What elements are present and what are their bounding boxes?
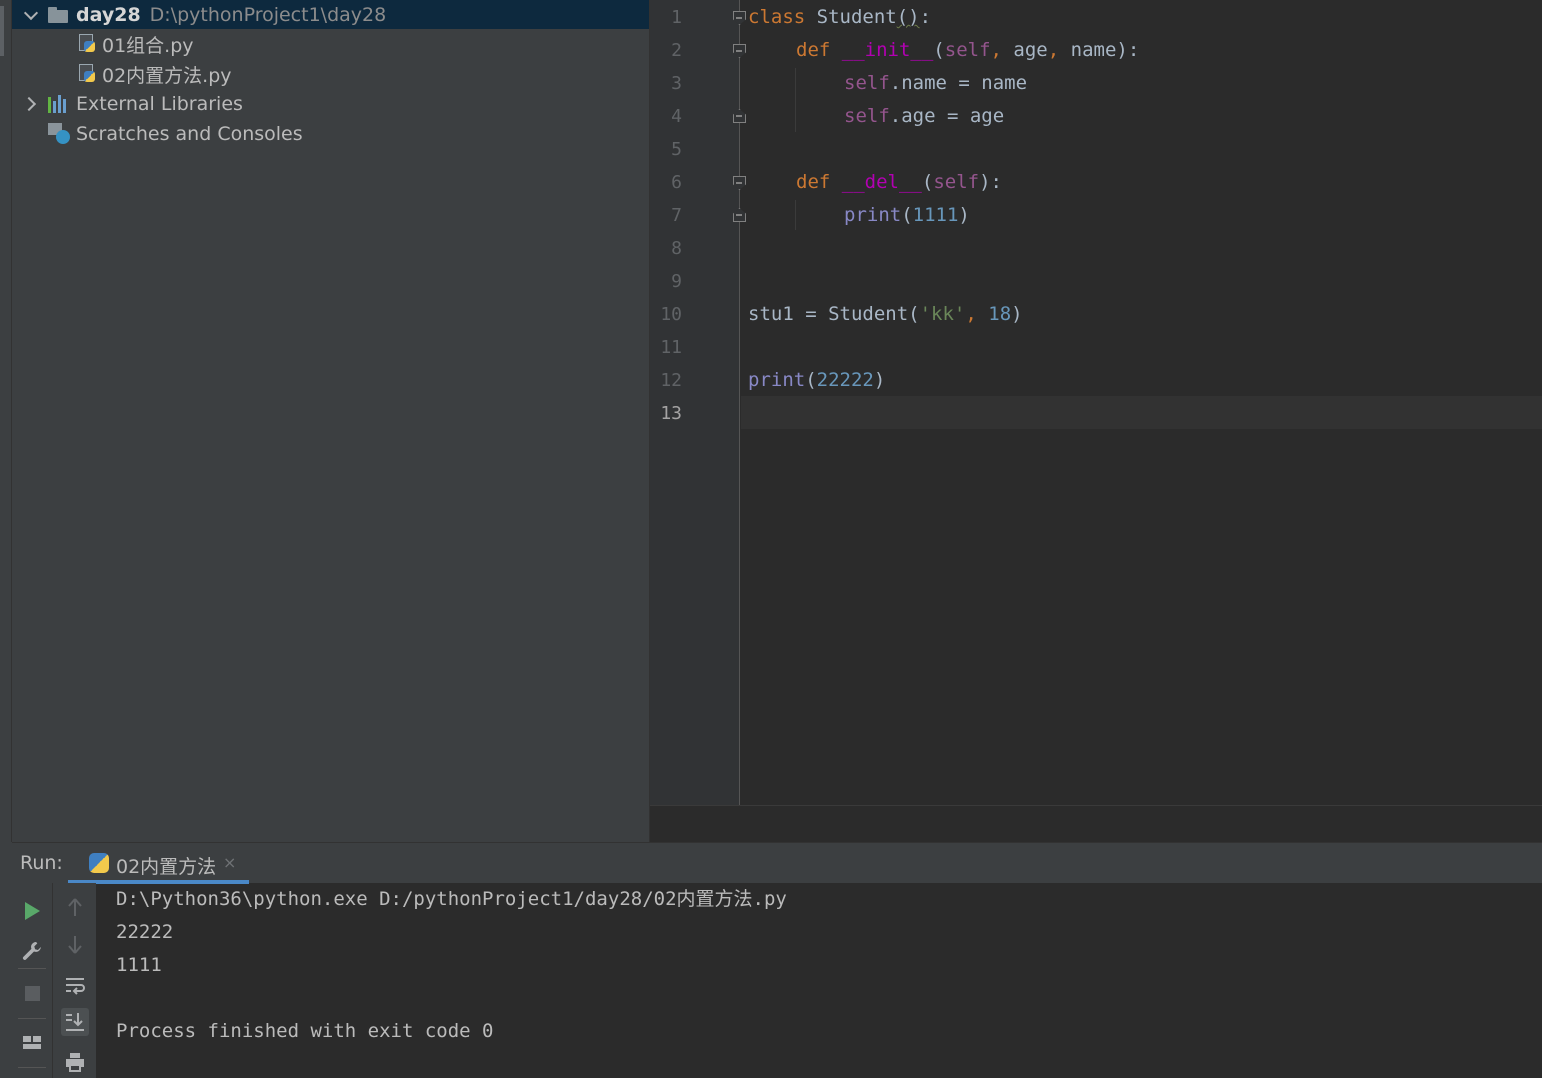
scroll-to-end-button[interactable] bbox=[61, 1008, 89, 1036]
run-tab[interactable]: 02内置方法 × bbox=[68, 843, 249, 884]
folder-path: D:\pythonProject1\day28 bbox=[149, 3, 387, 26]
tree-item-file[interactable]: 01组合.py bbox=[12, 29, 649, 59]
run-header: Run: 02内置方法 × bbox=[12, 842, 1542, 884]
line-number: 1 bbox=[671, 7, 682, 28]
toolbar-separator bbox=[18, 968, 46, 969]
line-number: 4 bbox=[671, 106, 682, 127]
code-line-1[interactable]: class Student(): bbox=[748, 1, 931, 34]
console-line: 1111 bbox=[116, 954, 162, 976]
soft-wrap-button[interactable] bbox=[61, 971, 89, 999]
run-tool-window: Run: 02内置方法 × D:\Python36\python.exe D:/… bbox=[12, 842, 1542, 1078]
run-toolbar-primary bbox=[12, 883, 52, 1078]
scroll-down-button[interactable] bbox=[61, 931, 89, 959]
fold-open-icon[interactable] bbox=[733, 176, 746, 190]
code-line-7[interactable]: print(1111) bbox=[748, 199, 970, 232]
tree-item-scratches[interactable]: Scratches and Consoles bbox=[12, 119, 649, 149]
layout-button[interactable] bbox=[18, 1028, 46, 1056]
line-number: 12 bbox=[660, 370, 682, 391]
folder-icon bbox=[48, 6, 68, 23]
code-line-12[interactable]: print(22222) bbox=[748, 364, 885, 397]
stop-icon bbox=[24, 985, 40, 1001]
soft-wrap-icon bbox=[66, 978, 85, 995]
external-libraries-label: External Libraries bbox=[76, 93, 243, 115]
code-editor[interactable]: 1 2 3 4 5 6 7 8 9 10 11 12 13 class Stud… bbox=[649, 0, 1542, 842]
scratches-label: Scratches and Consoles bbox=[76, 123, 303, 145]
scratches-icon bbox=[48, 123, 70, 145]
fold-close-icon[interactable] bbox=[733, 208, 746, 222]
python-file-icon bbox=[78, 34, 96, 54]
line-number: 2 bbox=[671, 40, 682, 61]
arrow-down-icon bbox=[68, 936, 82, 954]
line-number: 10 bbox=[660, 304, 682, 325]
arrow-up-icon bbox=[68, 898, 82, 916]
close-icon[interactable]: × bbox=[223, 853, 236, 872]
line-number: 7 bbox=[671, 205, 682, 226]
folder-name: day28 bbox=[76, 3, 141, 26]
chevron-right-icon[interactable] bbox=[22, 95, 40, 113]
run-tab-label: 02内置方法 bbox=[116, 856, 217, 878]
code-line-10[interactable]: stu1 = Student('kk', 18) bbox=[748, 298, 1023, 331]
layout-icon bbox=[23, 1036, 41, 1049]
run-toolbar-secondary bbox=[52, 883, 96, 1078]
console-line: D:\Python36\python.exe D:/pythonProject1… bbox=[116, 888, 787, 910]
run-label: Run: bbox=[20, 852, 63, 874]
code-line-3[interactable]: self.name = name bbox=[748, 67, 1027, 100]
code-line-4[interactable]: self.age = age bbox=[748, 100, 1004, 133]
console-line: Process finished with exit code 0 bbox=[116, 1020, 494, 1042]
left-edge-strip bbox=[0, 0, 12, 842]
toolbar-separator bbox=[18, 1067, 46, 1068]
print-button[interactable] bbox=[61, 1048, 89, 1076]
play-icon bbox=[24, 902, 40, 920]
console-line: 22222 bbox=[116, 921, 174, 943]
editor-bottom-area bbox=[650, 805, 1542, 842]
line-number-gutter: 1 2 3 4 5 6 7 8 9 10 11 12 13 bbox=[650, 0, 746, 805]
settings-button[interactable] bbox=[18, 937, 46, 965]
line-number: 8 bbox=[671, 238, 682, 259]
scroll-to-end-icon bbox=[66, 1013, 84, 1031]
file-name: 01组合.py bbox=[102, 34, 194, 57]
code-line-2[interactable]: def __init__(self, age, name): bbox=[748, 34, 1139, 67]
libraries-icon bbox=[48, 95, 70, 113]
python-file-icon bbox=[78, 64, 96, 84]
line-number: 9 bbox=[671, 271, 682, 292]
line-number: 6 bbox=[671, 172, 682, 193]
line-number-current: 13 bbox=[660, 403, 682, 424]
current-line-highlight bbox=[741, 396, 1542, 429]
rerun-button[interactable] bbox=[18, 897, 46, 925]
wrench-icon bbox=[22, 942, 41, 960]
fold-open-icon[interactable] bbox=[733, 11, 746, 25]
run-edge-strip bbox=[0, 842, 12, 1078]
tree-item-day28[interactable]: day28 D:\pythonProject1\day28 bbox=[12, 0, 649, 29]
fold-close-icon[interactable] bbox=[733, 109, 746, 123]
edge-tab-marker[interactable] bbox=[0, 6, 4, 56]
chevron-down-icon[interactable] bbox=[22, 6, 40, 24]
code-line-6[interactable]: def __del__(self): bbox=[748, 166, 1002, 199]
scroll-up-button[interactable] bbox=[61, 893, 89, 921]
stop-button[interactable] bbox=[18, 979, 46, 1007]
tree-item-external-libraries[interactable]: External Libraries bbox=[12, 89, 649, 119]
line-number: 3 bbox=[671, 73, 682, 94]
file-name: 02内置方法.py bbox=[102, 64, 232, 87]
project-panel: day28 D:\pythonProject1\day28 01组合.py 02… bbox=[12, 0, 649, 842]
line-number: 11 bbox=[660, 337, 682, 358]
line-number: 5 bbox=[671, 139, 682, 160]
toolbar-separator bbox=[18, 1018, 46, 1019]
fold-open-icon[interactable] bbox=[733, 44, 746, 58]
printer-icon bbox=[66, 1053, 84, 1072]
python-icon bbox=[89, 853, 109, 873]
tree-item-file[interactable]: 02内置方法.py bbox=[12, 59, 649, 89]
